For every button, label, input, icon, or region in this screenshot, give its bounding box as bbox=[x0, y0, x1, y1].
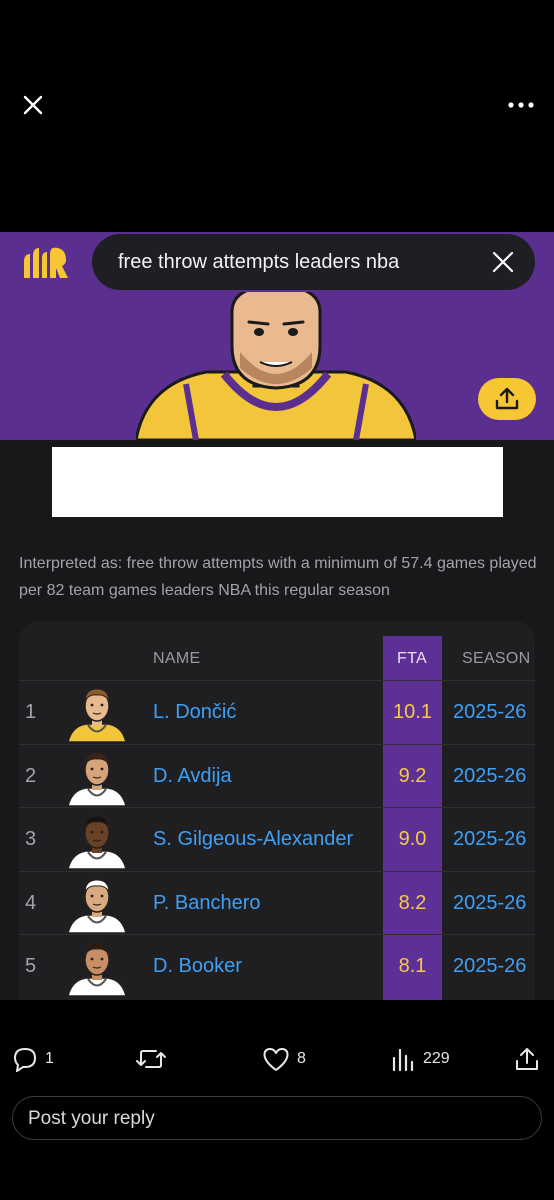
more-options-icon[interactable] bbox=[504, 92, 538, 118]
clear-search-icon[interactable] bbox=[491, 250, 515, 274]
upload-icon bbox=[495, 387, 519, 410]
fta-value: 9.0 bbox=[398, 828, 427, 850]
season-value[interactable]: 2025-26 bbox=[453, 955, 526, 978]
search-bar[interactable]: free throw attempts leaders nba bbox=[92, 234, 535, 290]
share-button[interactable] bbox=[478, 378, 536, 420]
season-value[interactable]: 2025-26 bbox=[453, 765, 526, 788]
player-name[interactable]: S. Gilgeous-Alexander bbox=[153, 828, 353, 851]
view-count: 229 bbox=[423, 1050, 450, 1067]
player-name[interactable]: L. Dončić bbox=[153, 701, 236, 724]
post-image[interactable]: free throw attempts leaders nba Interpre bbox=[0, 232, 554, 1000]
interpretation-text: Interpreted as: free throw attempts with… bbox=[19, 555, 537, 599]
leaders-table: NAME FTA SEASON 1 L. Dončić 10.1 2025-26 2 D.… bbox=[19, 621, 535, 1000]
analytics-icon bbox=[392, 1048, 414, 1072]
rank: 4 bbox=[25, 891, 37, 914]
top-bar bbox=[0, 0, 554, 232]
table-row[interactable]: 3 S. Gilgeous-Alexander 9.0 2025-26 bbox=[19, 807, 535, 871]
like-count: 8 bbox=[297, 1050, 306, 1067]
name-header[interactable]: NAME bbox=[153, 650, 200, 668]
views-action[interactable]: 229 bbox=[390, 1044, 450, 1074]
fta-header[interactable]: FTA bbox=[397, 650, 427, 668]
player-illustration bbox=[136, 292, 416, 440]
post-actions: 1 8 229 bbox=[0, 1040, 554, 1080]
fta-value: 10.1 bbox=[393, 701, 432, 723]
share-icon bbox=[516, 1048, 538, 1070]
fta-value: 8.2 bbox=[398, 891, 427, 914]
search-query[interactable]: free throw attempts leaders nba bbox=[118, 251, 399, 274]
player-avatar bbox=[67, 878, 127, 933]
season-value[interactable]: 2025-26 bbox=[453, 701, 526, 724]
rank: 5 bbox=[25, 955, 37, 977]
player-name[interactable]: P. Banchero bbox=[153, 892, 261, 915]
reply-count: 1 bbox=[45, 1050, 54, 1067]
season-value[interactable]: 2025-26 bbox=[453, 828, 526, 851]
table-row[interactable]: 1 L. Dončić 10.1 2025-26 bbox=[19, 680, 535, 744]
player-avatar bbox=[67, 815, 127, 869]
hero-banner: free throw attempts leaders nba bbox=[0, 232, 554, 440]
reply-action[interactable]: 1 bbox=[12, 1044, 54, 1074]
repost-action[interactable] bbox=[136, 1044, 173, 1074]
reply-icon bbox=[13, 1047, 37, 1072]
table-row[interactable]: 2 D. Avdija 9.2 2025-26 bbox=[19, 743, 535, 808]
season-header[interactable]: SEASON bbox=[462, 650, 531, 668]
rank: 1 bbox=[25, 701, 37, 723]
fta-value: 9.2 bbox=[398, 764, 427, 787]
heart-icon bbox=[263, 1048, 289, 1071]
statmuse-logo-icon bbox=[24, 247, 68, 278]
player-avatar bbox=[67, 688, 127, 742]
table-row[interactable]: 4 P. Banchero 8.2 2025-26 bbox=[19, 870, 535, 935]
player-name[interactable]: D. Avdija bbox=[153, 765, 232, 788]
share-action[interactable] bbox=[514, 1044, 540, 1074]
fta-value: 8.1 bbox=[398, 955, 427, 977]
table-row[interactable]: 5 D. Booker 8.1 2025-26 bbox=[19, 934, 535, 998]
reply-input[interactable]: Post your reply bbox=[12, 1096, 542, 1140]
redacted-banner bbox=[52, 447, 503, 517]
repost-icon bbox=[136, 1050, 166, 1068]
player-name[interactable]: D. Booker bbox=[153, 955, 242, 978]
player-avatar bbox=[67, 942, 127, 996]
like-action[interactable]: 8 bbox=[262, 1044, 306, 1074]
reply-placeholder: Post your reply bbox=[28, 1108, 155, 1129]
rank: 3 bbox=[25, 828, 37, 850]
season-value[interactable]: 2025-26 bbox=[453, 892, 526, 915]
rank: 2 bbox=[25, 764, 37, 787]
close-icon[interactable] bbox=[18, 90, 48, 120]
player-avatar bbox=[67, 751, 127, 806]
